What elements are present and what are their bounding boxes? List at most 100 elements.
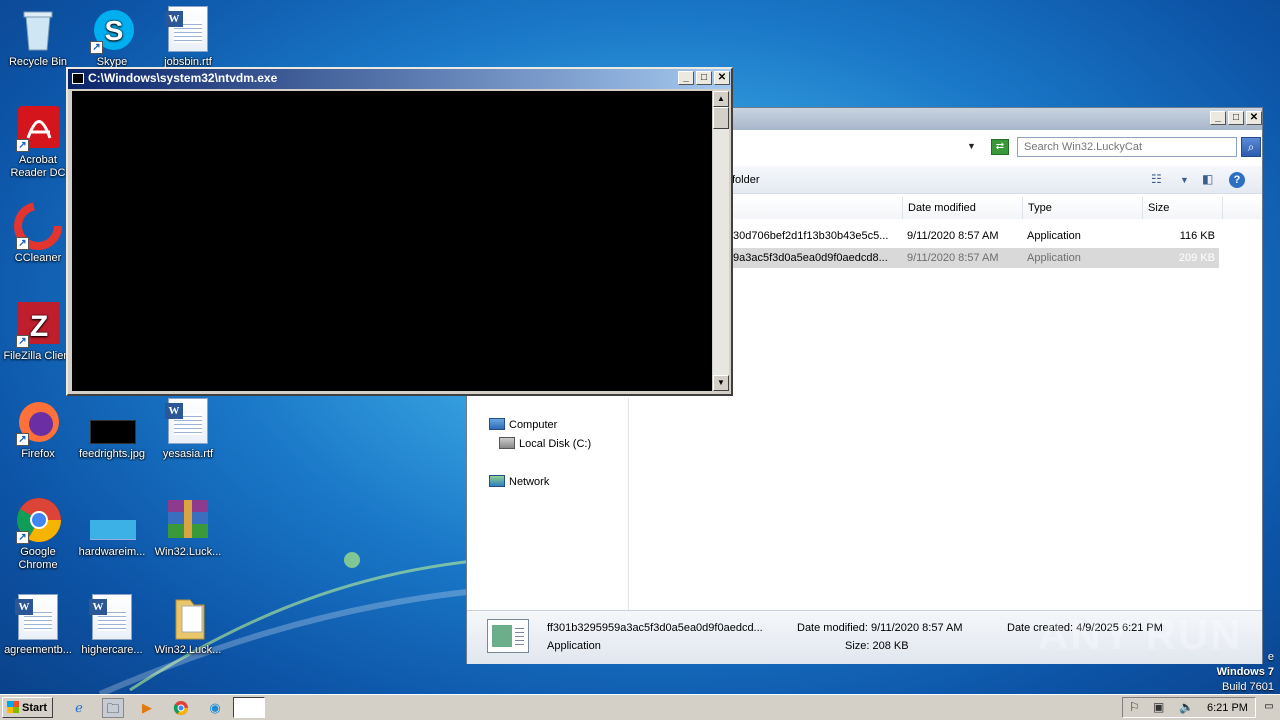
file-row-selected[interactable]: 9a3ac5f3d0a5ea0d9f0aedcd8... 9/11/2020 8… <box>727 248 1219 268</box>
ntvdm-titlebar[interactable]: C:\Windows\system32\ntvdm.exe _ □ ✕ <box>68 69 731 89</box>
nav-item-computer[interactable]: Computer <box>489 418 557 431</box>
ntvdm-console-window[interactable]: C:\Windows\system32\ntvdm.exe _ □ ✕ ▲ ▼ <box>66 67 733 396</box>
navigation-pane: Computer Local Disk (C:) Network <box>467 398 629 610</box>
desktop-icon-feedrights[interactable]: feedrights.jpg <box>74 398 150 461</box>
shortcut-arrow-icon: ↗ <box>16 433 29 446</box>
desktop-icon-skype[interactable]: S ↗ Skype <box>74 6 150 69</box>
minimize-button[interactable]: _ <box>1210 111 1226 125</box>
skype-icon: S ↗ <box>88 6 136 54</box>
clock[interactable]: 6:21 PM <box>1207 702 1248 714</box>
explorer-icon[interactable]: 🗀 <box>102 698 124 718</box>
scroll-thumb[interactable] <box>713 107 729 129</box>
column-size[interactable]: Size <box>1142 197 1222 219</box>
flag-icon[interactable]: ⚐ <box>1129 700 1140 714</box>
ccleaner-icon: ↗ <box>14 202 62 250</box>
nav-item-local-disk[interactable]: Local Disk (C:) <box>499 437 591 450</box>
maximize-button[interactable]: □ <box>696 71 712 85</box>
help-icon[interactable]: ? <box>1229 172 1245 188</box>
network-icon[interactable]: ▣ <box>1153 700 1164 714</box>
desktop-icon-ccleaner[interactable]: ↗ CCleaner <box>0 202 76 265</box>
word-document-icon: W <box>14 594 62 642</box>
desktop-icon-acrobat[interactable]: ↗ Acrobat Reader DC <box>0 104 76 180</box>
media-player-icon[interactable]: ▶ <box>136 698 158 718</box>
svg-text:S: S <box>105 15 124 46</box>
file-size: 116 KB <box>1179 230 1215 242</box>
word-document-icon: W <box>164 398 212 446</box>
new-folder-button[interactable]: folder <box>732 174 760 186</box>
ie-icon[interactable]: ℯ <box>68 698 90 718</box>
close-button[interactable]: ✕ <box>1246 111 1262 125</box>
console-output[interactable] <box>72 91 712 391</box>
file-name: 9a3ac5f3d0a5ea0d9f0aedcd8... <box>733 252 888 264</box>
volume-icon[interactable]: 🔈 <box>1179 700 1194 714</box>
shortcut-arrow-icon: ↗ <box>90 41 103 54</box>
scroll-down-arrow-icon[interactable]: ▼ <box>713 375 729 391</box>
file-name: 30d706bef2d1f13b30b43e5c5... <box>733 230 889 242</box>
acrobat-icon: ↗ <box>14 104 62 152</box>
desktop-icon-win32-archive[interactable]: Win32.Luck... <box>150 496 226 559</box>
desktop-icon-win32-folder[interactable]: Win32.Luck... <box>150 594 226 657</box>
network-icon <box>489 475 505 487</box>
search-icon[interactable]: ⌕ <box>1241 137 1261 157</box>
search-input[interactable] <box>1017 137 1237 157</box>
desktop-icon-firefox[interactable]: ↗ Firefox <box>0 398 76 461</box>
file-type: Application <box>1027 230 1081 242</box>
column-name[interactable] <box>727 197 902 219</box>
drive-icon <box>499 437 515 449</box>
details-size: Size: 208 KB <box>845 640 909 652</box>
windows-build: Build 7601 <box>1222 681 1274 693</box>
desktop-icon-yesasia[interactable]: W yesasia.rtf <box>150 398 226 461</box>
file-size: 209 KB <box>1178 252 1215 264</box>
chevron-down-icon[interactable]: ▼ <box>967 141 976 151</box>
image-file-icon <box>88 398 136 446</box>
close-button[interactable]: ✕ <box>714 71 730 85</box>
image-file-icon <box>88 496 136 544</box>
edge-icon[interactable]: ◉ <box>204 698 226 718</box>
show-desktop-icon[interactable]: ▭ <box>1262 698 1276 716</box>
column-filler <box>1222 197 1262 219</box>
console-icon <box>72 73 84 84</box>
word-document-icon: W <box>164 6 212 54</box>
chrome-icon: ↗ <box>14 496 62 544</box>
minimize-button[interactable]: _ <box>678 71 694 85</box>
system-tray: ⚐ ▣ 🔈 6:21 PM <box>1122 697 1256 718</box>
preview-pane-icon[interactable]: ◧ <box>1202 172 1213 186</box>
shortcut-arrow-icon: ↗ <box>16 335 29 348</box>
refresh-icon[interactable]: ⇄ <box>991 139 1009 155</box>
shortcut-arrow-icon: ↗ <box>16 237 29 250</box>
taskbar: Start ℯ 🗀 ▶ ◉ ⚐ ▣ 🔈 6:21 PM ▭ <box>0 694 1280 720</box>
scroll-up-arrow-icon[interactable]: ▲ <box>713 91 729 107</box>
shortcut-arrow-icon: ↗ <box>16 531 29 544</box>
start-button[interactable]: Start <box>2 697 53 718</box>
window-title: C:\Windows\system32\ntvdm.exe <box>88 71 278 85</box>
anyrun-watermark: ANY RUN <box>1038 611 1243 658</box>
vertical-scrollbar[interactable]: ▲ ▼ <box>713 91 729 391</box>
details-file-name: ff301b3295959a3ac5f3d0a5ea0d9f0aedcd... <box>547 622 763 634</box>
shortcut-arrow-icon: ↗ <box>16 139 29 152</box>
filezilla-icon: Z ↗ <box>14 300 62 348</box>
svg-text:Z: Z <box>30 310 48 343</box>
maximize-button[interactable]: □ <box>1228 111 1244 125</box>
desktop-icon-chrome[interactable]: ↗ Google Chrome <box>0 496 76 572</box>
file-type: Application <box>1027 252 1081 264</box>
column-type[interactable]: Type <box>1022 197 1142 219</box>
desktop-icon-recycle-bin[interactable]: Recycle Bin <box>0 6 76 69</box>
details-file-type: Application <box>547 640 601 652</box>
view-options-icon[interactable]: ☷ <box>1151 172 1162 186</box>
desktop-icon-agreementb[interactable]: W agreementb... <box>0 594 76 657</box>
column-date-modified[interactable]: Date modified <box>902 197 1022 219</box>
desktop-icon-filezilla[interactable]: Z ↗ FileZilla Client <box>0 300 76 363</box>
chevron-down-icon[interactable]: ▼ <box>1180 175 1189 185</box>
taskbar-blank-button[interactable] <box>233 697 265 718</box>
recycle-bin-icon <box>14 6 62 54</box>
desktop-icon-hardwareim[interactable]: hardwareim... <box>74 496 150 559</box>
desktop-icon-highercare[interactable]: W highercare... <box>74 594 150 657</box>
folder-icon <box>164 594 212 642</box>
desktop-icon-jobsbin[interactable]: W jobsbin.rtf <box>150 6 226 69</box>
file-row[interactable]: 30d706bef2d1f13b30b43e5c5... 9/11/2020 8… <box>727 226 1219 246</box>
computer-icon <box>489 418 505 430</box>
chrome-icon[interactable] <box>170 698 192 718</box>
word-document-icon: W <box>88 594 136 642</box>
application-icon <box>487 619 529 653</box>
nav-item-network[interactable]: Network <box>489 475 549 488</box>
